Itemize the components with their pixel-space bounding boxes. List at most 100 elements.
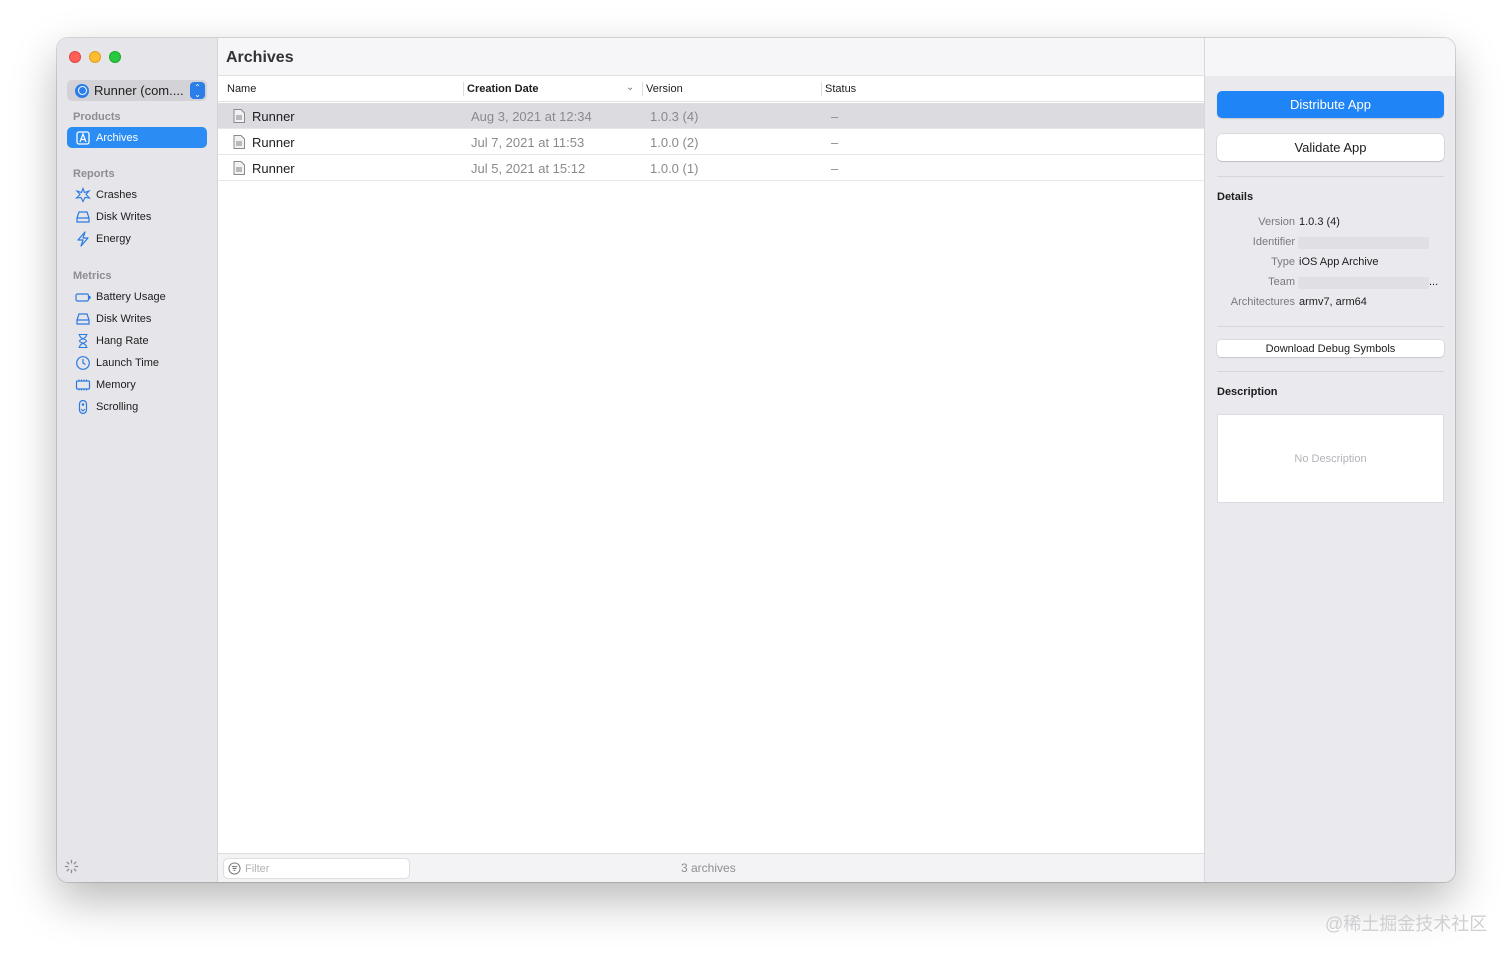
clock-icon: [75, 355, 91, 371]
archive-status: –: [831, 161, 839, 176]
activity-spinner-icon: [64, 859, 79, 874]
section-title-metrics: Metrics: [73, 270, 112, 282]
scheme-selector[interactable]: Runner (com.... ⌃ ⌄: [67, 80, 207, 101]
validate-app-button[interactable]: Validate App: [1217, 134, 1444, 161]
team-ellipsis: ...: [1429, 276, 1439, 288]
sidebar-item-scrolling[interactable]: Scrolling: [67, 396, 207, 417]
column-divider: [821, 82, 822, 96]
footer-bar: Filter 3 archives: [218, 853, 1204, 882]
column-divider: [463, 82, 464, 96]
scheme-label: Runner (com....: [94, 83, 184, 98]
filter-icon: [228, 862, 241, 875]
detail-key: Architectures: [1230, 296, 1295, 308]
divider: [1217, 371, 1444, 372]
close-window-button[interactable]: [69, 51, 81, 63]
app-scheme-icon: [75, 83, 89, 98]
memory-chip-icon: [75, 377, 91, 393]
redacted-value: [1298, 237, 1429, 249]
inspector-titlebar: [1205, 38, 1455, 76]
archives-main: Archives Name Creation Date ⌄ Version St…: [218, 38, 1204, 882]
sidebar-item-label: Energy: [96, 232, 131, 245]
sidebar-item-hang-rate[interactable]: Hang Rate: [67, 330, 207, 351]
xcode-organizer-window: Runner (com.... ⌃ ⌄ Products Archives Re…: [57, 38, 1455, 882]
disk-icon: [75, 311, 91, 327]
sort-descending-icon: ⌄: [626, 82, 635, 93]
filter-placeholder: Filter: [245, 862, 270, 875]
archive-name: Runner: [252, 109, 295, 124]
detail-team: Team ...: [1205, 276, 1455, 292]
section-title-products: Products: [73, 111, 121, 123]
disk-icon: [75, 209, 91, 225]
sidebar-item-energy[interactable]: Energy: [67, 228, 207, 249]
archive-file-icon: [233, 135, 245, 149]
sidebar-item-disk-writes-report[interactable]: Disk Writes: [67, 206, 207, 227]
sidebar-item-label: Crashes: [96, 188, 137, 201]
sidebar-item-label: Archives: [96, 131, 139, 144]
sidebar-item-battery-usage[interactable]: Battery Usage: [67, 286, 207, 307]
sidebar-item-label: Launch Time: [96, 356, 159, 369]
detail-version: Version 1.0.3 (4): [1205, 216, 1455, 232]
description-field[interactable]: No Description: [1217, 414, 1444, 503]
filter-field[interactable]: Filter: [223, 858, 410, 879]
table-header: Name Creation Date ⌄ Version Status: [218, 77, 1204, 102]
sidebar-item-label: Hang Rate: [96, 334, 149, 347]
minimize-window-button[interactable]: [89, 51, 101, 63]
archive-app-icon: [75, 130, 91, 146]
scroll-icon: [75, 399, 91, 415]
chevron-updown-icon: ⌃ ⌄: [190, 82, 205, 99]
sidebar-item-label: Disk Writes: [96, 312, 152, 325]
archive-version: 1.0.0 (1): [650, 161, 699, 176]
page-title: Archives: [226, 49, 294, 66]
column-divider: [642, 82, 643, 96]
detail-key: Team: [1268, 276, 1295, 288]
sidebar-item-label: Memory: [96, 378, 136, 391]
detail-architectures: Architectures armv7, arm64: [1205, 296, 1455, 312]
column-header-status[interactable]: Status: [825, 83, 856, 95]
section-title-reports: Reports: [73, 168, 115, 180]
crash-icon: [75, 186, 91, 203]
sidebar-item-disk-writes-metric[interactable]: Disk Writes: [67, 308, 207, 329]
archive-count: 3 archives: [681, 861, 736, 875]
archive-date: Jul 7, 2021 at 11:53: [471, 135, 585, 150]
sidebar-item-launch-time[interactable]: Launch Time: [67, 352, 207, 373]
archive-name: Runner: [252, 161, 295, 176]
detail-key: Version: [1258, 216, 1295, 228]
archive-version: 1.0.3 (4): [650, 109, 699, 124]
sidebar-item-crashes[interactable]: Crashes: [67, 184, 207, 205]
divider: [1217, 326, 1444, 327]
archive-status: –: [831, 135, 839, 150]
sidebar-item-label: Battery Usage: [96, 290, 166, 303]
table-row[interactable]: Runner Jul 5, 2021 at 15:12 1.0.0 (1) –: [218, 155, 1204, 181]
detail-value: iOS App Archive: [1299, 256, 1379, 268]
description-heading: Description: [1217, 386, 1278, 398]
detail-key: Type: [1271, 256, 1295, 268]
detail-identifier: Identifier: [1205, 236, 1455, 252]
energy-bolt-icon: [75, 230, 91, 247]
table-row[interactable]: Runner Aug 3, 2021 at 12:34 1.0.3 (4) –: [218, 103, 1204, 129]
column-header-version[interactable]: Version: [646, 83, 683, 95]
archive-date: Jul 5, 2021 at 15:12: [471, 161, 586, 176]
archive-file-icon: [233, 109, 245, 123]
download-debug-symbols-button[interactable]: Download Debug Symbols: [1217, 340, 1444, 357]
battery-icon: [75, 289, 91, 305]
zoom-window-button[interactable]: [109, 51, 121, 63]
hourglass-icon: [75, 333, 91, 349]
column-header-creation-date[interactable]: Creation Date: [467, 83, 539, 95]
detail-type: Type iOS App Archive: [1205, 256, 1455, 272]
detail-key: Identifier: [1252, 236, 1295, 248]
inspector-panel: Distribute App Validate App Details Vers…: [1204, 38, 1455, 882]
details-heading: Details: [1217, 191, 1254, 203]
sidebar-item-memory[interactable]: Memory: [67, 374, 207, 395]
description-placeholder: No Description: [1294, 452, 1367, 465]
archive-file-icon: [233, 161, 245, 175]
table-row[interactable]: Runner Jul 7, 2021 at 11:53 1.0.0 (2) –: [218, 129, 1204, 155]
sidebar-item-archives[interactable]: Archives: [67, 127, 207, 148]
column-header-name[interactable]: Name: [227, 83, 256, 95]
archive-name: Runner: [252, 135, 295, 150]
titlebar: Archives: [218, 38, 1204, 76]
detail-value: 1.0.3 (4): [1299, 216, 1340, 228]
divider: [1217, 176, 1444, 177]
distribute-app-button[interactable]: Distribute App: [1217, 91, 1444, 118]
archive-status: –: [831, 109, 839, 124]
archive-date: Aug 3, 2021 at 12:34: [471, 109, 592, 124]
